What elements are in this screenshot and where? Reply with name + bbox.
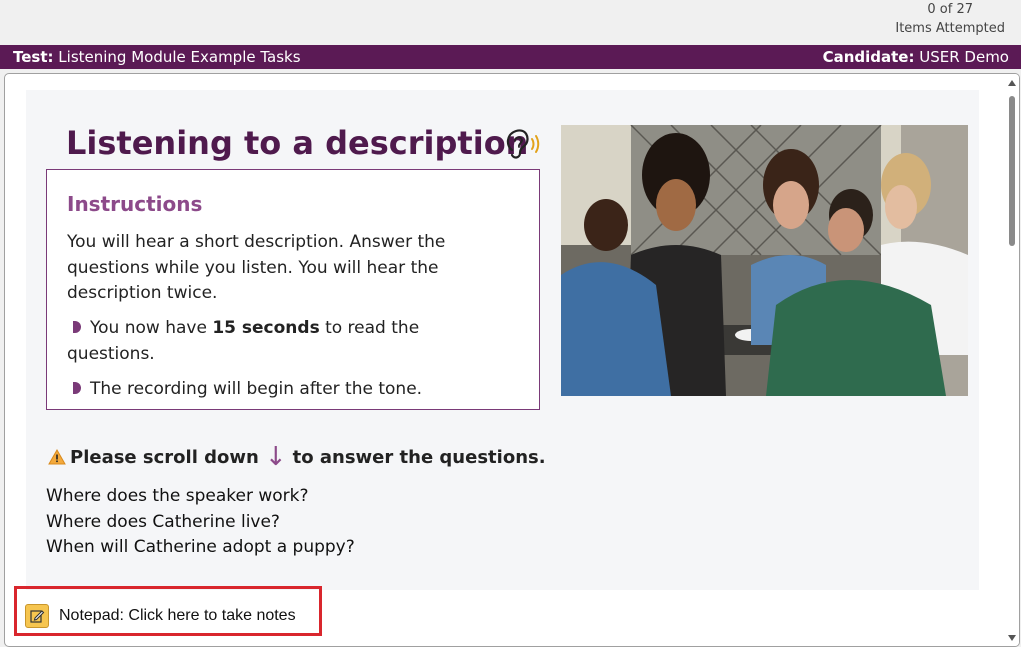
candidate-label: Candidate: [822,48,915,66]
question-item: Where does Catherine live? [46,511,280,532]
candidate-name: Candidate: USER Demo [823,45,1009,69]
task-panel: Listening to a description Instructions … [26,90,979,590]
down-arrow-icon: ↓ [264,442,287,472]
question-list: Where does the speaker work? Where does … [46,484,355,561]
notepad-label: Notepad: Click here to take notes [59,607,296,624]
scroll-note-pre: Please scroll down [70,447,259,468]
pencil-icon [25,604,49,628]
instructions-box: Instructions You will hear a short descr… [46,169,540,410]
notepad-button[interactable]: Notepad: Click here to take notes [25,604,296,628]
bullet2-text: The recording will begin after the tone. [90,379,423,399]
progress-count: 0 of 27 [927,2,973,17]
question-item: When will Catherine adopt a puppy? [46,537,355,557]
scroll-down-arrow-icon[interactable] [1008,635,1016,641]
progress-label: Items Attempted [895,21,1005,36]
candidate-value: USER Demo [919,48,1009,66]
cafe-friends-photo [561,125,968,396]
bullet1-bold: 15 seconds [212,318,320,338]
bullet-marker [73,321,81,333]
test-label: Test: [13,48,54,66]
scroll-instruction: Please scroll down ↓ to answer the questio… [48,442,546,472]
test-name: Test: Listening Module Example Tasks [13,45,301,69]
test-title: Listening Module Example Tasks [58,48,301,66]
scrollbar-thumb[interactable] [1009,96,1015,246]
scroll-note-post: to answer the questions. [292,447,546,468]
instructions-heading: Instructions [67,192,203,216]
question-item: Where does the speaker work? [46,486,309,506]
top-bar: 0 of 27 Items Attempted [0,0,1021,45]
instruction-bullet-reading-time: You now have 15 seconds to read the ques… [67,316,507,367]
bullet1-pre: You now have [90,318,213,338]
instruction-bullet-recording: The recording will begin after the tone. [67,377,507,403]
ear-icon [506,129,540,159]
instructions-paragraph: You will hear a short description. Answe… [67,232,446,303]
warning-icon [48,449,66,465]
content-frame: Listening to a description Instructions … [4,73,1020,647]
page-title: Listening to a description [66,124,529,162]
scroll-up-arrow-icon[interactable] [1008,80,1016,86]
bullet-marker [73,382,81,394]
vertical-scrollbar[interactable] [1005,74,1019,646]
items-attempted-counter: 0 of 27 Items Attempted [895,0,1005,38]
test-info-bar: Test: Listening Module Example Tasks Can… [0,45,1021,69]
